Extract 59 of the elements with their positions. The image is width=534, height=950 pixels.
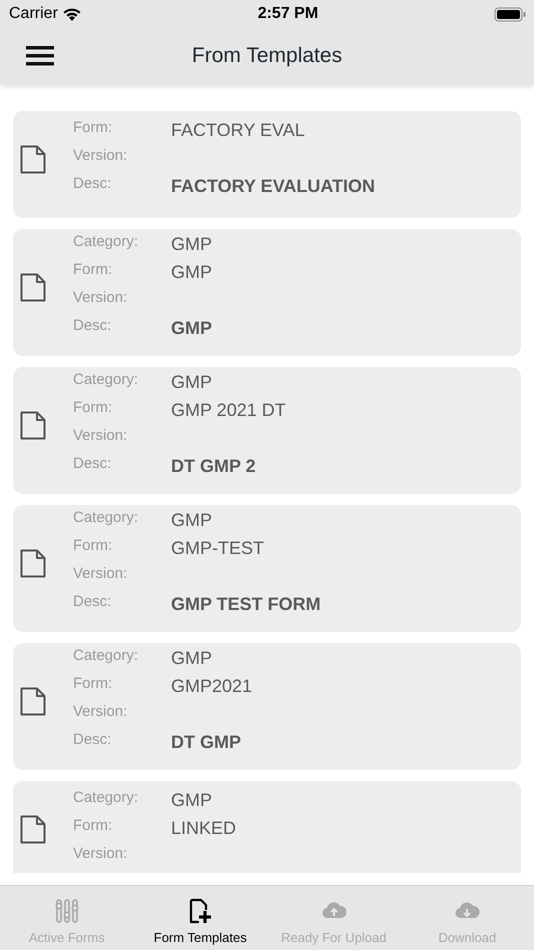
tab-bar-item[interactable]: Form Templates bbox=[134, 886, 267, 950]
menu-icon bbox=[26, 44, 54, 67]
document-icon bbox=[20, 548, 46, 578]
field-value: FACTORY EVAL bbox=[171, 119, 305, 142]
wifi-icon bbox=[62, 7, 82, 21]
field-label: Version: bbox=[73, 564, 128, 584]
field-value: GMP bbox=[171, 261, 212, 284]
field-label: Form: bbox=[73, 816, 114, 836]
field-label: Desc: bbox=[73, 316, 112, 336]
field-value: GMP bbox=[171, 233, 212, 256]
field-label: Form: bbox=[73, 398, 114, 418]
field-label: Form: bbox=[73, 118, 114, 138]
battery-icon bbox=[494, 6, 526, 22]
field-value: GMP bbox=[171, 371, 212, 394]
field-label: Category: bbox=[73, 232, 140, 252]
field-label: Desc: bbox=[73, 174, 112, 194]
field-label: Form: bbox=[73, 260, 114, 280]
field-value: GMP bbox=[171, 317, 212, 340]
document-icon bbox=[20, 814, 46, 844]
field-value: GMP TEST FORM bbox=[171, 593, 321, 616]
sliders-icon bbox=[54, 898, 80, 924]
add-file-icon bbox=[187, 898, 214, 924]
template-card[interactable]: Category: GMP Form: GMP-TEST Version: Desc: GMP TEST FORM bbox=[13, 505, 521, 632]
field-value: LINKED bbox=[171, 817, 236, 840]
document-icon bbox=[20, 686, 46, 716]
document-icon bbox=[20, 410, 46, 440]
template-card[interactable]: Category: GMP Form: GMP2021 Version: Desc: DT GMP bbox=[13, 643, 521, 770]
field-label: Version: bbox=[73, 288, 128, 308]
field-value: DT GMP bbox=[171, 731, 241, 754]
field-label: Category: bbox=[73, 646, 140, 666]
field-value: GMP-TEST bbox=[171, 537, 264, 560]
field-value: GMP 2021 DT bbox=[171, 399, 286, 422]
template-card[interactable]: Form: FACTORY EVAL Version: Desc: FACTORY EVALUATION bbox=[13, 111, 521, 218]
field-label: Desc: bbox=[73, 454, 112, 474]
field-value: FACTORY EVALUATION bbox=[171, 175, 376, 198]
field-value: GMP bbox=[171, 789, 212, 812]
field-value: GMP2021 bbox=[171, 675, 252, 698]
screen-title: From Templates bbox=[192, 44, 342, 68]
field-label: Version: bbox=[73, 702, 128, 722]
field-value: GMP bbox=[171, 647, 212, 670]
clock-time: 2:57 PM bbox=[258, 5, 318, 22]
field-value: GMP bbox=[171, 509, 212, 532]
template-card[interactable]: Category: GMP Form: GMP Version: Desc: GMP bbox=[13, 229, 521, 356]
field-label: Version: bbox=[73, 426, 128, 446]
template-card[interactable]: Category: GMP Form: GMP 2021 DT Version: Desc: DT GMP 2 bbox=[13, 367, 521, 494]
field-label: Version: bbox=[73, 844, 128, 864]
field-label: Version: bbox=[73, 146, 128, 166]
field-label: Form: bbox=[73, 674, 114, 694]
field-label: Category: bbox=[73, 508, 140, 528]
template-card[interactable]: Category: GMP Form: LINKED Version: bbox=[13, 781, 521, 873]
document-icon bbox=[20, 272, 46, 302]
field-label: Form: bbox=[73, 536, 114, 556]
field-label: Category: bbox=[73, 370, 140, 390]
field-label: Desc: bbox=[73, 592, 112, 612]
field-label: Desc: bbox=[73, 730, 112, 750]
carrier-name: Carrier bbox=[9, 4, 58, 24]
document-icon bbox=[20, 144, 46, 174]
field-label: Category: bbox=[73, 788, 140, 808]
field-value: DT GMP 2 bbox=[171, 455, 256, 478]
